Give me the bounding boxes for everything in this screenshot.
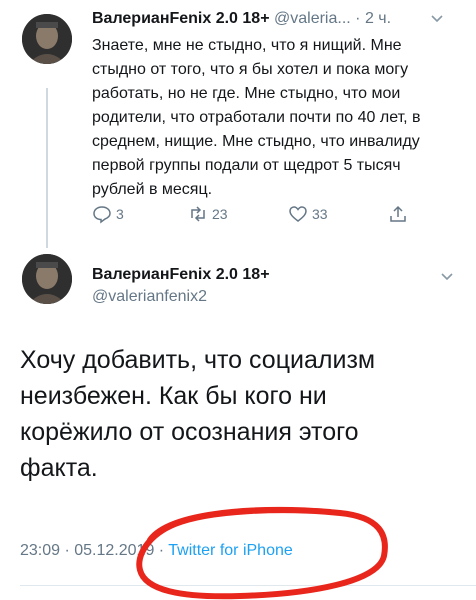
heart-icon	[289, 206, 307, 222]
retweet-count: 23	[212, 206, 228, 222]
like-count: 33	[312, 206, 328, 222]
thread-line	[46, 88, 48, 248]
reply-button[interactable]: 3	[92, 204, 124, 224]
tweet2-source[interactable]: Twitter for iPhone	[168, 542, 293, 559]
share-icon	[390, 205, 406, 222]
tweet2-meta: 23:09 · 05.12.2019 · Twitter for iPhone	[20, 542, 293, 560]
avatar-image	[22, 14, 72, 64]
tweet1-handle[interactable]: @valeria...	[274, 10, 351, 27]
divider	[20, 585, 476, 586]
chevron-down-icon[interactable]	[440, 270, 454, 285]
tweet1-header: ВалерианFenix 2.0 18+ @valeria... · 2 ч.	[92, 10, 391, 28]
avatar[interactable]	[22, 14, 72, 64]
like-button[interactable]: 33	[288, 204, 328, 224]
tweet1-name[interactable]: ВалерианFenix 2.0 18+	[92, 10, 270, 27]
tweet2-text: Хочу добавить, что социализм неизбежен. …	[20, 346, 376, 482]
reply-count: 3	[116, 206, 124, 222]
share-button[interactable]	[388, 204, 408, 224]
tweet2-datetime[interactable]: 23:09 · 05.12.2019 ·	[20, 542, 164, 559]
reply-icon	[93, 206, 111, 224]
tweet1-time[interactable]: · 2 ч.	[355, 10, 391, 27]
tweet1-text: Знаете, мне не стыдно, что я нищий. Мне …	[92, 37, 421, 198]
tweet2-handle[interactable]: @valerianfenix2	[92, 288, 207, 306]
tweet1-actions: 3 23 33	[92, 204, 422, 228]
avatar-image	[22, 254, 72, 304]
tweet2-name[interactable]: ВалерианFenix 2.0 18+	[92, 266, 270, 284]
retweet-button[interactable]: 23	[188, 204, 228, 224]
retweet-icon	[191, 206, 205, 222]
chevron-down-icon[interactable]	[430, 12, 444, 27]
avatar[interactable]	[22, 254, 72, 304]
